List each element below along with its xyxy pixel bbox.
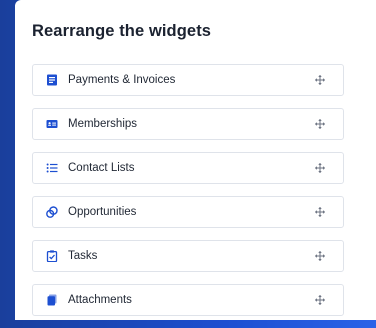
drag-move-icon[interactable]: [315, 163, 325, 173]
drag-move-icon[interactable]: [315, 295, 325, 305]
widget-list: Payments & Invoices Memberships Contact …: [32, 64, 344, 328]
widget-row-memberships[interactable]: Memberships: [32, 108, 344, 140]
widget-label: Payments & Invoices: [68, 74, 176, 86]
drag-move-icon[interactable]: [315, 251, 325, 261]
attachment-icon: [46, 294, 58, 306]
drag-move-icon[interactable]: [315, 75, 325, 85]
widget-row-tasks[interactable]: Tasks: [32, 240, 344, 272]
invoice-icon: [46, 74, 58, 86]
drag-move-icon[interactable]: [315, 207, 325, 217]
widget-label: Attachments: [68, 294, 132, 306]
membership-card-icon: [46, 118, 58, 130]
widget-row-attachments[interactable]: Attachments: [32, 284, 344, 316]
opportunity-icon: [46, 206, 58, 218]
panel-title: Rearrange the widgets: [32, 22, 212, 40]
widget-label: Tasks: [68, 250, 98, 262]
widget-row-opportunities[interactable]: Opportunities: [32, 196, 344, 228]
drag-move-icon[interactable]: [315, 119, 325, 129]
widget-row-contact-lists[interactable]: Contact Lists: [32, 152, 344, 184]
widget-label: Opportunities: [68, 206, 137, 218]
widget-label: Contact Lists: [68, 162, 135, 174]
widget-row-payments-invoices[interactable]: Payments & Invoices: [32, 64, 344, 96]
list-icon: [46, 162, 58, 174]
widget-label: Memberships: [68, 118, 138, 130]
clipboard-icon: [46, 250, 58, 262]
